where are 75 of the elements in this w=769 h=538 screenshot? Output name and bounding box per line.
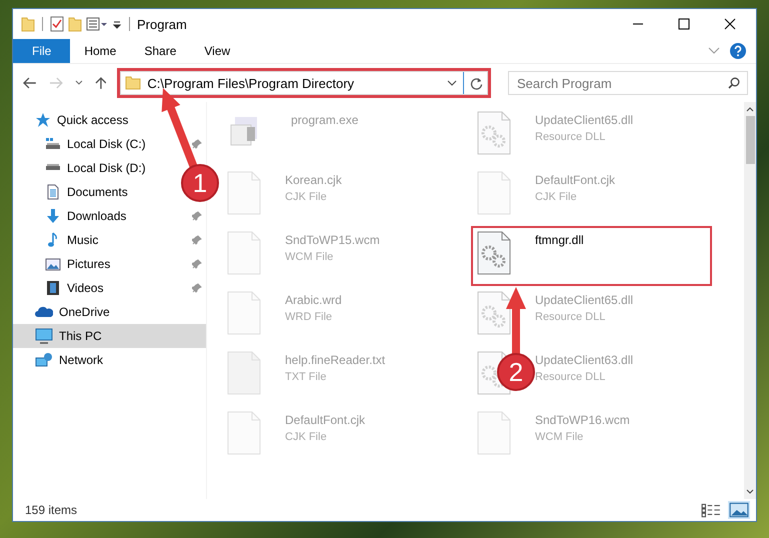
cloud-icon [35,305,53,319]
recent-dropdown-icon[interactable] [74,80,83,86]
address-bar[interactable]: C:\Program Files\Program Directory [120,71,488,95]
file-type: Resource DLL [535,131,606,143]
step-marker: 2 [497,353,535,391]
drive-icon [45,164,61,171]
file-type: TXT File [285,371,328,383]
download-icon [45,208,61,224]
scrollbar[interactable] [744,102,756,499]
sidebar-item[interactable]: Downloads [13,204,206,228]
sidebar-item[interactable]: This PC [13,324,206,348]
document-icon [45,184,61,200]
search-field[interactable]: Search Program [508,71,748,95]
pin-icon[interactable] [192,235,202,245]
sidebar-item[interactable]: Pictures [13,252,206,276]
gear-file-icon [477,111,511,155]
refresh-icon[interactable] [470,76,483,90]
file-type: CJK File [285,431,328,443]
file-icon [227,411,261,455]
step-marker: 1 [181,164,219,202]
gear-file-icon [477,231,511,275]
file-type: Resource DLL [535,311,606,323]
close-icon[interactable] [724,18,736,30]
details-view-icon[interactable] [700,501,722,519]
checklist-icon[interactable] [50,16,64,32]
sidebar-item[interactable]: Videos [13,276,206,300]
file-type: WCM File [285,251,334,263]
scroll-down-icon[interactable] [746,489,754,495]
sidebar-item[interactable]: Local Disk (C:) [13,132,206,156]
file-type: WCM File [535,431,584,443]
file-type: Resource DLL [535,371,606,383]
sidebar-item[interactable]: Network [13,348,206,372]
ribbon-tab[interactable]: Share [130,39,190,63]
file-icon [227,231,261,275]
file-type: CJK File [285,191,328,203]
file-icon [477,411,511,455]
folder-icon [125,76,142,90]
file-icon [477,171,511,215]
pin-icon[interactable] [192,139,202,149]
item-count: 159 items [25,503,78,517]
star-icon [35,112,51,128]
ribbon-tab[interactable]: View [190,39,244,63]
monitor-icon [35,328,53,344]
text-file-icon [227,351,261,395]
pin-icon[interactable] [192,283,202,293]
file-type: WRD File [285,311,334,323]
file-icon [227,171,261,215]
large-icons-view-icon[interactable] [728,501,750,519]
pin-icon[interactable] [192,211,202,221]
sidebar-item[interactable]: OneDrive [13,300,206,324]
window-title: Program [137,16,187,32]
network-icon [35,352,53,368]
sidebar-item[interactable]: Local Disk (D:) [13,156,176,180]
sidebar-item[interactable]: Music [13,228,206,252]
file-icon [227,291,261,335]
gear-file-icon [477,291,511,335]
chevron-down-icon[interactable] [447,80,457,86]
film-icon [45,280,61,296]
sidebar-item[interactable]: Documents [13,180,176,204]
scroll-up-icon[interactable] [746,106,754,112]
up-icon[interactable] [94,76,106,90]
search-icon [728,77,740,89]
back-icon[interactable] [23,77,37,89]
properties-icon[interactable] [86,16,108,32]
maximize-icon[interactable] [678,18,690,30]
picture-icon [45,256,61,272]
pin-icon[interactable] [192,259,202,269]
scroll-thumb[interactable] [746,116,754,164]
ribbon-tab[interactable]: Home [70,39,130,63]
file-menu-tab[interactable]: File [13,39,70,63]
file-type: CJK File [535,191,578,203]
file-name[interactable]: ftmngr.dll [535,233,584,247]
drive-icon [45,136,61,152]
sidebar-item[interactable]: Quick access [13,108,206,132]
help-icon[interactable] [730,43,746,59]
